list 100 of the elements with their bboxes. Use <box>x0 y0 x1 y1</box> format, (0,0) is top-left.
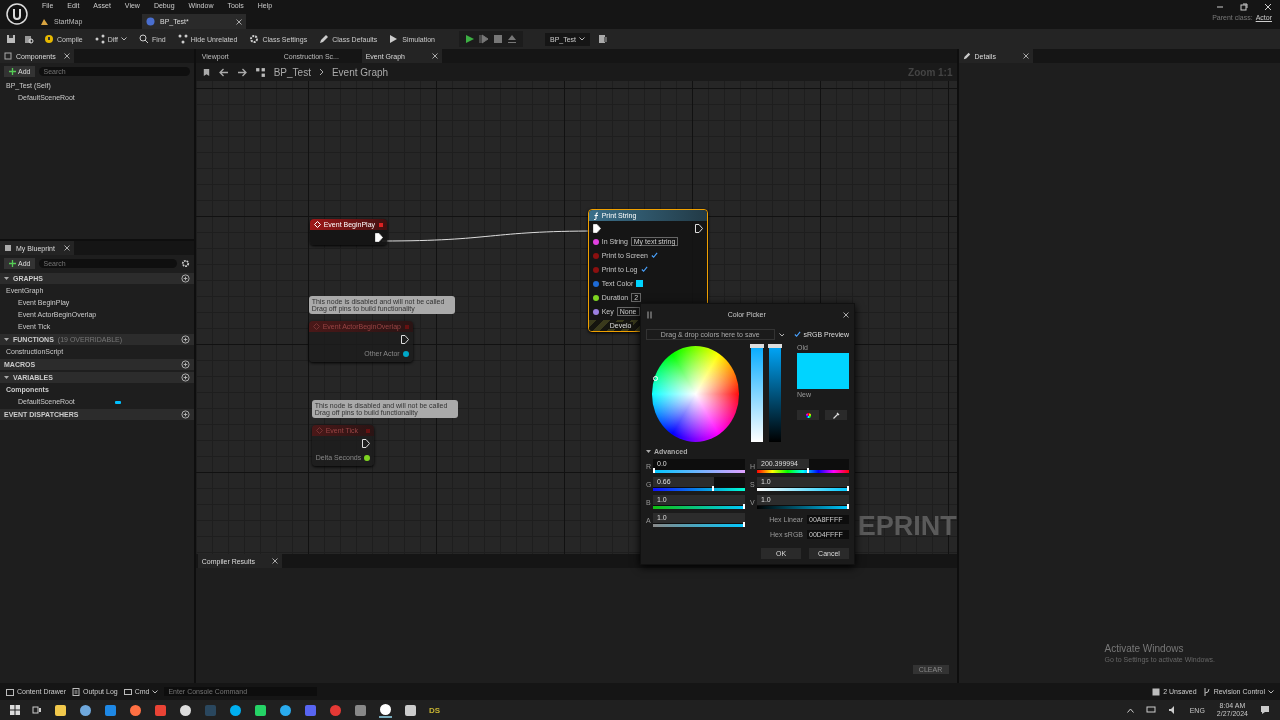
restore-icon[interactable] <box>1240 3 1248 11</box>
slider-thumb[interactable] <box>712 486 715 491</box>
event-icon <box>315 427 323 434</box>
checkmark-icon <box>794 331 802 338</box>
caret-icon <box>579 37 586 41</box>
plus-icon <box>9 68 16 75</box>
breadcrumb-link[interactable]: BP_Test <box>273 66 311 78</box>
expanded-arrow-icon[interactable] <box>4 337 9 342</box>
branch-icon <box>1202 687 1211 696</box>
add-icon[interactable] <box>180 373 190 382</box>
minimize-icon[interactable] <box>1216 3 1224 11</box>
pencil-icon <box>319 34 330 44</box>
slider-thumb[interactable] <box>750 344 765 348</box>
start-icon[interactable] <box>10 705 20 715</box>
pin-icon[interactable] <box>592 308 599 315</box>
diff-icon <box>94 34 105 44</box>
nodes-icon <box>177 34 188 44</box>
caret-icon <box>778 332 785 337</box>
slider-thumb[interactable] <box>807 468 810 473</box>
bookmark-icon[interactable] <box>201 67 211 77</box>
color-theme-button[interactable] <box>797 410 819 420</box>
caret-icon <box>1268 689 1274 694</box>
pencil-icon <box>962 52 971 60</box>
close-icon[interactable] <box>1022 53 1029 59</box>
checkbox[interactable] <box>651 252 658 259</box>
app-icon[interactable] <box>79 703 92 717</box>
app-icon[interactable] <box>229 703 242 717</box>
console-icon <box>123 687 132 696</box>
browse-icon[interactable] <box>598 34 609 44</box>
variable-type-icon <box>114 400 121 404</box>
breadcrumb-link[interactable]: Event Graph <box>331 66 389 78</box>
graph-watermark: EPRINT <box>857 511 957 542</box>
app-icon[interactable] <box>254 703 267 717</box>
log-icon <box>72 687 81 696</box>
delegate-pin-icon <box>378 222 383 227</box>
slider-thumb[interactable] <box>768 344 782 348</box>
blueprint-icon <box>146 17 155 26</box>
color-swatch[interactable] <box>636 280 644 287</box>
chevron-icon <box>318 68 324 76</box>
settings-icon[interactable] <box>180 259 190 268</box>
close-icon[interactable] <box>431 53 438 59</box>
delegate-pin-icon <box>404 324 409 329</box>
drawer-icon <box>6 687 14 696</box>
eject-icon[interactable] <box>506 34 517 44</box>
app-icon[interactable]: DS <box>429 705 441 715</box>
close-icon[interactable] <box>64 245 70 251</box>
eyedropper-button[interactable] <box>825 410 847 420</box>
step-icon[interactable] <box>478 34 489 44</box>
save-icon <box>1152 687 1161 696</box>
close-icon[interactable] <box>64 53 70 59</box>
exec-pin-icon[interactable] <box>694 224 703 233</box>
pin-icon[interactable] <box>592 238 599 245</box>
app-icon[interactable] <box>179 703 192 717</box>
play-icon[interactable] <box>464 34 475 44</box>
book-icon <box>4 244 12 252</box>
close-icon[interactable] <box>843 311 849 318</box>
network-icon[interactable] <box>1145 705 1156 715</box>
add-icon[interactable] <box>180 274 190 283</box>
app-icon[interactable] <box>279 703 292 717</box>
stop-icon[interactable] <box>492 34 503 44</box>
close-icon[interactable] <box>271 558 278 564</box>
compile-icon <box>44 34 54 44</box>
add-icon[interactable] <box>180 410 190 419</box>
forward-icon[interactable] <box>236 67 247 77</box>
event-icon <box>312 323 320 330</box>
eyedropper-icon <box>832 411 840 419</box>
pin-icon[interactable] <box>592 294 599 301</box>
save-icon[interactable] <box>6 34 16 44</box>
add-icon[interactable] <box>180 360 190 369</box>
add-icon[interactable] <box>180 335 190 344</box>
search-icon <box>139 34 150 44</box>
delegate-pin-icon <box>365 428 370 433</box>
task-view-icon[interactable] <box>32 705 42 715</box>
caret-icon <box>152 689 159 694</box>
expanded-arrow-icon[interactable] <box>4 375 9 380</box>
notification-icon[interactable] <box>1260 705 1270 715</box>
app-icon[interactable] <box>54 703 67 717</box>
function-icon <box>592 211 599 220</box>
exec-pin-icon[interactable] <box>374 233 383 242</box>
folder-search-icon[interactable] <box>24 34 34 44</box>
app-icon[interactable] <box>404 703 417 717</box>
close-icon[interactable] <box>236 18 242 25</box>
event-icon <box>313 221 321 228</box>
caret-icon <box>121 37 128 41</box>
exec-pin-icon[interactable] <box>592 224 601 233</box>
expanded-arrow-icon[interactable] <box>646 449 651 454</box>
engine-logo-icon[interactable] <box>6 3 28 25</box>
app-icon[interactable] <box>379 702 392 718</box>
saturation-slider[interactable] <box>751 344 764 442</box>
settings-icon <box>249 34 260 44</box>
app-icon[interactable] <box>129 703 142 717</box>
activation-title: Activate Windows <box>1104 643 1185 654</box>
value-slider[interactable] <box>769 344 781 442</box>
checkbox[interactable] <box>640 266 648 273</box>
components-icon <box>4 52 12 60</box>
close-icon[interactable] <box>1264 3 1272 11</box>
expanded-arrow-icon[interactable] <box>4 276 9 281</box>
plus-icon <box>9 260 16 267</box>
back-icon[interactable] <box>218 67 229 77</box>
graph-icon <box>254 66 266 78</box>
